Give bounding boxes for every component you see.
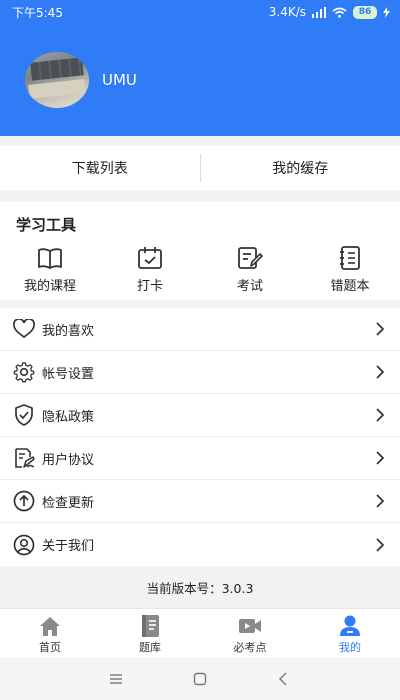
tool-label: 考试 bbox=[236, 279, 263, 294]
menu-item-about-us[interactable]: 关于我们 bbox=[0, 523, 400, 566]
charging-icon bbox=[383, 6, 390, 18]
tool-label: 错题本 bbox=[330, 279, 370, 294]
tab-label: 题库 bbox=[139, 641, 161, 654]
menu-label: 帐号设置 bbox=[42, 366, 95, 382]
avatar[interactable] bbox=[25, 52, 89, 108]
exam-edit-icon bbox=[238, 247, 263, 269]
menu-label: 关于我们 bbox=[42, 539, 95, 554]
question-bank-icon bbox=[142, 615, 159, 637]
profile-icon bbox=[340, 615, 360, 636]
user-circle-icon bbox=[13, 534, 35, 555]
chevron-right-icon bbox=[376, 537, 385, 552]
status-time: 下午5:45 bbox=[12, 5, 63, 20]
tool-check-in[interactable]: 打卡 bbox=[100, 246, 200, 294]
tab-label: 我的 bbox=[339, 641, 361, 654]
notebook-list-icon bbox=[340, 246, 360, 270]
version-text: 当前版本号：3.0.3 bbox=[146, 581, 254, 596]
menu-label: 检查更新 bbox=[42, 495, 95, 511]
username: UMU bbox=[102, 71, 137, 89]
tab-label: 必考点 bbox=[233, 641, 267, 654]
video-icon bbox=[239, 619, 261, 633]
menu-label: 隐私政策 bbox=[42, 409, 95, 425]
profile-header: 下午5:45 3.4K/s 86 UMU bbox=[0, 0, 400, 136]
chevron-right-icon bbox=[376, 451, 385, 465]
upload-circle-icon bbox=[13, 490, 35, 512]
tool-label: 打卡 bbox=[136, 279, 163, 294]
settings-menu: 我的喜欢 帐号设置 隐私政策 用户协议 检查更新 关于我们 bbox=[0, 308, 400, 566]
tool-wrong-questions[interactable]: 错题本 bbox=[300, 246, 400, 294]
tool-exam[interactable]: 考试 bbox=[200, 246, 300, 294]
home-icon bbox=[40, 617, 60, 636]
battery-indicator: 86 bbox=[353, 5, 377, 19]
gear-icon bbox=[13, 362, 35, 383]
menu-item-user-agreement[interactable]: 用户协议 bbox=[0, 437, 400, 480]
tab-question-bank[interactable]: 题库 bbox=[100, 609, 200, 658]
study-tools-title: 学习工具 bbox=[16, 216, 77, 234]
wifi-icon bbox=[332, 7, 347, 18]
tab-mine[interactable]: 我的 bbox=[300, 609, 400, 658]
network-speed: 3.4K/s bbox=[268, 5, 306, 19]
menu-label: 用户协议 bbox=[42, 452, 95, 468]
agreement-icon bbox=[15, 448, 35, 468]
menu-label: 我的喜欢 bbox=[42, 323, 95, 339]
tool-my-courses[interactable]: 我的课程 bbox=[0, 246, 100, 294]
profile-block[interactable]: UMU bbox=[25, 52, 137, 108]
bottom-navigation: 首页 题库 必考点 我的 bbox=[0, 608, 400, 658]
menu-item-privacy-policy[interactable]: 隐私政策 bbox=[0, 394, 400, 437]
chevron-right-icon bbox=[376, 408, 385, 422]
calendar-check-icon bbox=[138, 247, 162, 269]
status-indicators: 3.4K/s 86 bbox=[269, 5, 390, 19]
tool-label: 我的课程 bbox=[23, 279, 76, 294]
system-navigation-bar bbox=[0, 658, 400, 700]
tab-label: 首页 bbox=[39, 641, 61, 654]
my-cache-button[interactable]: 我的缓存 bbox=[201, 158, 400, 178]
menu-item-favorites[interactable]: 我的喜欢 bbox=[0, 308, 400, 351]
tab-home[interactable]: 首页 bbox=[0, 609, 100, 658]
tab-key-points[interactable]: 必考点 bbox=[200, 609, 300, 658]
status-bar: 下午5:45 3.4K/s 86 bbox=[0, 0, 400, 24]
download-list-button[interactable]: 下载列表 bbox=[0, 158, 200, 178]
menu-item-check-update[interactable]: 检查更新 bbox=[0, 480, 400, 523]
signal-icon bbox=[312, 6, 326, 18]
chevron-right-icon bbox=[376, 322, 385, 336]
chevron-right-icon bbox=[376, 494, 385, 508]
chevron-right-icon bbox=[376, 365, 385, 379]
study-tools-panel: 学习工具 我的课程 打卡 考试 错题本 bbox=[0, 202, 400, 300]
back-icon[interactable] bbox=[277, 672, 291, 686]
quick-actions: 下载列表 我的缓存 bbox=[0, 146, 400, 190]
menu-icon[interactable] bbox=[109, 672, 123, 686]
menu-item-account-settings[interactable]: 帐号设置 bbox=[0, 351, 400, 394]
home-square-icon[interactable] bbox=[193, 672, 207, 686]
book-icon bbox=[38, 248, 62, 269]
heart-icon bbox=[13, 319, 35, 339]
shield-check-icon bbox=[15, 404, 33, 426]
